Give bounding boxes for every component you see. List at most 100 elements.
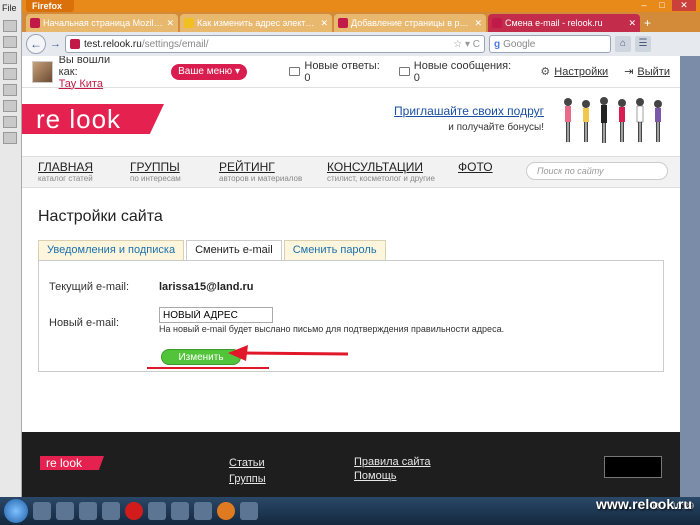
brand-row: re look Приглашайте своих подруг и получ… bbox=[22, 88, 680, 156]
nav-item-subtitle: по интересам bbox=[130, 174, 181, 183]
bookmarks-icon[interactable]: ☰ bbox=[635, 36, 651, 52]
forward-icon[interactable]: → bbox=[50, 38, 61, 50]
app-icon[interactable] bbox=[102, 502, 120, 520]
firefox-menu-button[interactable]: Firefox bbox=[26, 0, 74, 12]
exit-label: Выйти bbox=[637, 65, 670, 78]
tool-icon[interactable] bbox=[3, 116, 17, 128]
opera-icon[interactable] bbox=[125, 502, 143, 520]
invite-friends-link[interactable]: Приглашайте своих подруг bbox=[390, 104, 544, 118]
close-tab-icon[interactable]: ✕ bbox=[628, 18, 636, 29]
new-tab-icon[interactable]: + bbox=[644, 14, 651, 32]
web-page: Вы вошли как: Тау Кита Ваше меню ▾ Новые… bbox=[22, 56, 680, 497]
invite-bonus-text: и получайте бонусы! bbox=[448, 122, 544, 133]
nav-item-title: ГЛАВНАЯ bbox=[38, 160, 94, 174]
settings-link[interactable]: ⚙ Настройки bbox=[540, 65, 609, 79]
browser-tab[interactable]: Добавление страницы в раздел ... ✕ bbox=[334, 14, 486, 32]
email-hint: На новый e-mail будет выслано письмо для… bbox=[159, 324, 505, 334]
minimize-icon[interactable]: – bbox=[636, 0, 652, 11]
favicon-icon bbox=[184, 18, 194, 28]
file-menu[interactable]: File bbox=[0, 0, 21, 16]
tab-title: Смена e-mail - relook.ru bbox=[505, 18, 603, 28]
close-tab-icon[interactable]: ✕ bbox=[320, 18, 328, 29]
tool-icon[interactable] bbox=[3, 100, 17, 112]
tab-title: Начальная страница Mozilla Fire... bbox=[43, 18, 163, 28]
browser-tab-bar: Начальная страница Mozilla Fire... ✕ Как… bbox=[22, 12, 700, 32]
tab-change-password[interactable]: Сменить пароль bbox=[283, 240, 386, 260]
browser-navbar: ← → test.relook.ru/settings/email/ ☆ ▾ C… bbox=[22, 32, 700, 56]
favicon-icon bbox=[492, 18, 502, 28]
tool-icon[interactable] bbox=[3, 20, 17, 32]
annotation-arrow bbox=[228, 345, 349, 361]
left-app-strip: File bbox=[0, 0, 22, 497]
browser-search-input[interactable]: g Google bbox=[489, 35, 611, 53]
nav-item-home[interactable]: ГЛАВНАЯ каталог статей bbox=[38, 161, 93, 185]
home-icon[interactable]: ⌂ bbox=[615, 36, 631, 52]
gear-icon: ⚙ bbox=[540, 66, 551, 78]
app-icon[interactable] bbox=[171, 502, 189, 520]
app-icon[interactable] bbox=[194, 502, 212, 520]
new-email-label: Новый e-mail: bbox=[49, 317, 120, 329]
user-bar: Вы вошли как: Тау Кита Ваше меню ▾ Новые… bbox=[22, 56, 680, 90]
windows-taskbar: RU 10:29 bbox=[0, 497, 700, 525]
logged-in-label: Вы вошли как: bbox=[58, 56, 111, 78]
tool-icon[interactable] bbox=[3, 132, 17, 144]
girls-illustration bbox=[564, 97, 662, 143]
browser-tab-active[interactable]: Смена e-mail - relook.ru ✕ bbox=[488, 14, 640, 32]
site-logo[interactable]: re look bbox=[22, 104, 164, 134]
footer-logo[interactable]: re look bbox=[40, 456, 104, 470]
nav-item-subtitle: каталог статей bbox=[38, 174, 93, 183]
footer-link-articles[interactable]: Статьи bbox=[229, 457, 265, 469]
tool-icon[interactable] bbox=[3, 84, 17, 96]
settings-label: Настройки bbox=[554, 65, 609, 78]
tab-notifications[interactable]: Уведомления и подписка bbox=[38, 240, 185, 260]
nav-item-photo[interactable]: ФОТО bbox=[458, 161, 493, 173]
app-icon[interactable] bbox=[79, 502, 97, 520]
nav-item-subtitle: авторов и материалов bbox=[219, 174, 303, 183]
nav-item-title: КОНСУЛЬТАЦИИ bbox=[327, 160, 423, 174]
exit-link[interactable]: ⇥ Выйти bbox=[624, 65, 670, 79]
avatar[interactable] bbox=[32, 60, 53, 83]
user-menu-button[interactable]: Ваше меню ▾ bbox=[170, 63, 248, 80]
logged-in-block: Вы вошли как: Тау Кита bbox=[59, 56, 127, 90]
bookmark-star-icon[interactable]: ☆ ▾ C bbox=[453, 39, 480, 50]
nav-item-subtitle: стилист, косметолог и другие bbox=[327, 174, 435, 183]
app-icon[interactable] bbox=[240, 502, 258, 520]
nav-item-rating[interactable]: РЕЙТИНГ авторов и материалов bbox=[219, 161, 302, 185]
tool-icon[interactable] bbox=[3, 36, 17, 48]
invite-block: Приглашайте своих подруг и получайте бон… bbox=[390, 104, 544, 133]
url-bar[interactable]: test.relook.ru/settings/email/ ☆ ▾ C bbox=[65, 35, 485, 53]
maximize-icon[interactable]: □ bbox=[654, 0, 670, 11]
close-tab-icon[interactable]: ✕ bbox=[166, 18, 174, 29]
nav-item-groups[interactable]: ГРУППЫ по интересам bbox=[130, 161, 181, 185]
main-nav: ГЛАВНАЯ каталог статей ГРУППЫ по интерес… bbox=[22, 156, 680, 188]
new-email-field[interactable] bbox=[159, 307, 273, 323]
app-icon[interactable] bbox=[56, 502, 74, 520]
close-icon[interactable]: ✕ bbox=[672, 0, 696, 11]
browser-tab[interactable]: Как изменить адрес электронно... ✕ bbox=[180, 14, 332, 32]
tab-title: Добавление страницы в раздел ... bbox=[351, 18, 471, 28]
footer-link-help[interactable]: Помощь bbox=[354, 470, 397, 482]
firefox-icon[interactable] bbox=[217, 502, 235, 520]
url-host: test.relook.ru bbox=[84, 38, 142, 50]
browser-tab[interactable]: Начальная страница Mozilla Fire... ✕ bbox=[26, 14, 178, 32]
start-button[interactable] bbox=[4, 499, 28, 523]
speech-bubble-icon bbox=[289, 67, 301, 76]
favicon-icon bbox=[30, 18, 40, 28]
favicon-icon bbox=[70, 39, 80, 49]
tab-change-email[interactable]: Сменить e-mail bbox=[186, 240, 282, 261]
footer-link-rules[interactable]: Правила сайта bbox=[354, 456, 431, 468]
nav-item-consultations[interactable]: КОНСУЛЬТАЦИИ стилист, косметолог и други… bbox=[327, 161, 435, 185]
right-side-strip bbox=[680, 56, 700, 497]
tool-icon[interactable] bbox=[3, 68, 17, 80]
current-email-label: Текущий e-mail: bbox=[49, 281, 130, 293]
site-search-input[interactable]: Поиск по сайту bbox=[526, 162, 668, 180]
back-icon[interactable]: ← bbox=[26, 34, 46, 54]
close-tab-icon[interactable]: ✕ bbox=[474, 18, 482, 29]
explorer-icon[interactable] bbox=[33, 502, 51, 520]
tool-icon[interactable] bbox=[3, 52, 17, 64]
app-icon[interactable] bbox=[148, 502, 166, 520]
footer-link-groups[interactable]: Группы bbox=[229, 473, 266, 485]
footer: re look Статьи Группы Правила сайта Помо… bbox=[22, 432, 680, 497]
new-answers[interactable]: Новые ответы: 0 bbox=[289, 60, 382, 84]
new-messages[interactable]: Новые сообщения: 0 bbox=[398, 60, 513, 84]
